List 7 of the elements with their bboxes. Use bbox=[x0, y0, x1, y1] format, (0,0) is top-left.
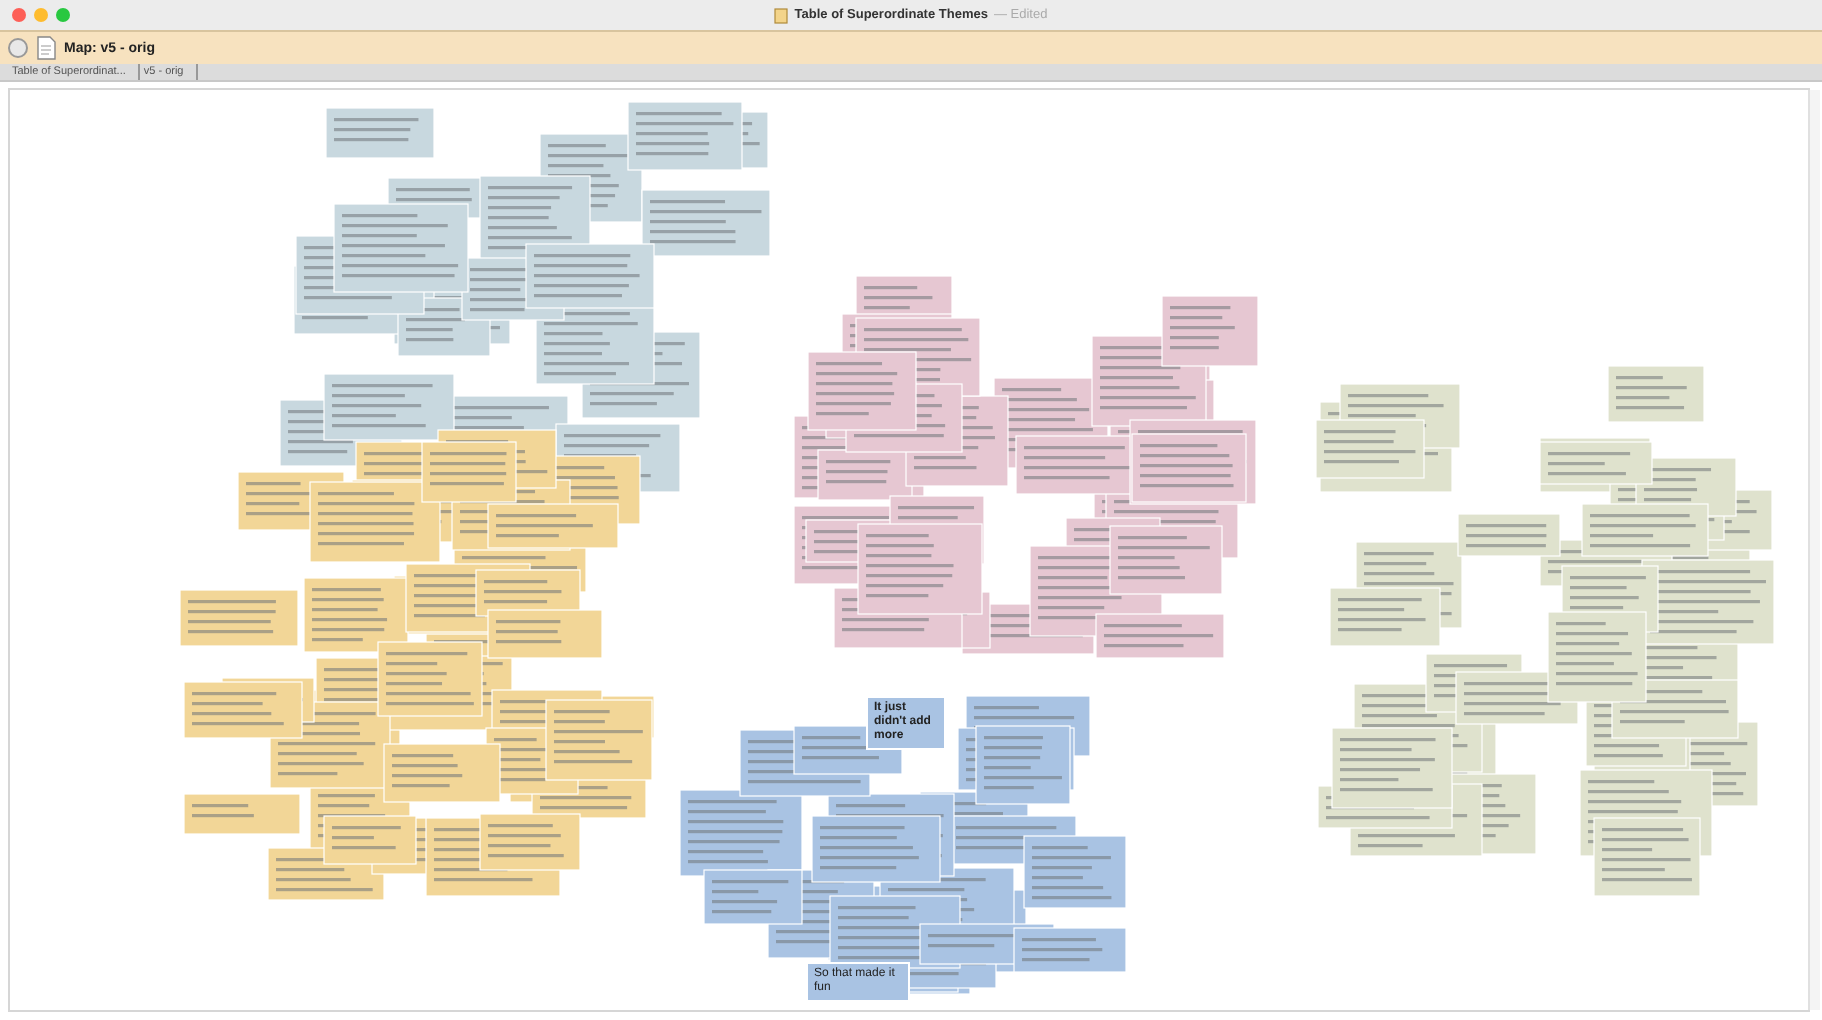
scroll-bar[interactable] bbox=[1808, 90, 1820, 1010]
back-button[interactable] bbox=[8, 38, 28, 58]
zoom-button[interactable] bbox=[56, 8, 70, 22]
minimize-button[interactable] bbox=[34, 8, 48, 22]
close-button[interactable] bbox=[12, 8, 26, 22]
document-icon bbox=[36, 36, 56, 60]
document-icon bbox=[774, 7, 789, 23]
